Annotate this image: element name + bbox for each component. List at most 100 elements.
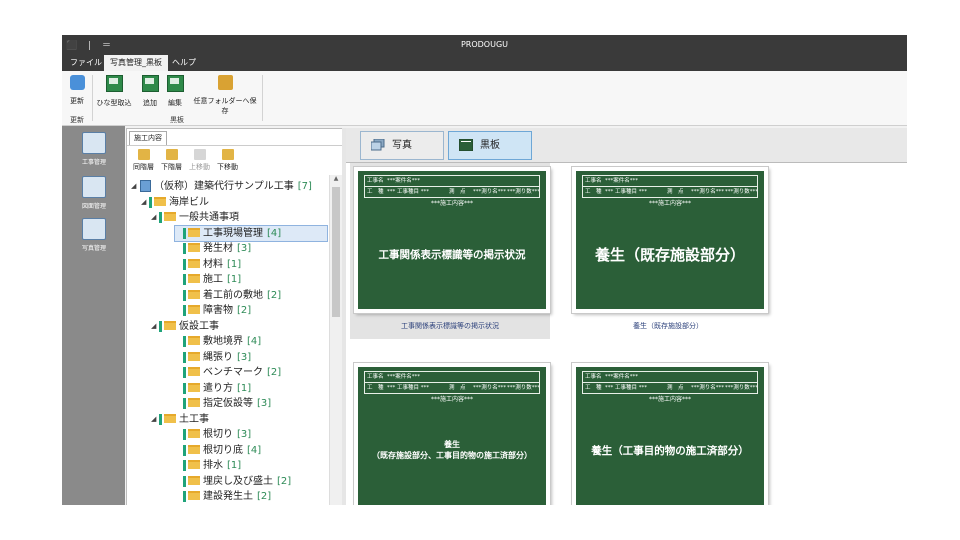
tree-node-label: 縄張り [203,351,233,363]
blackboard-grid: 工事名 ***案件名*** 工 種 *** 工事種目 *** 測 点 ***測り名*** *… [346,163,907,505]
tree-node-label: 材料 [203,258,223,270]
tree-node-label: ベンチマーク [203,367,263,378]
tree-node[interactable]: 指定仮設等 [3] [175,396,271,411]
tree-node[interactable]: ◢ 海岸ビル [141,195,209,210]
tree-node[interactable]: 敷地境界 [4] [175,334,261,349]
scrollbar-thumb[interactable] [332,187,340,317]
photo-icon [82,218,106,240]
ribbon: 更新 更新 ひな型取込 追加 編集 任意フォルダーへ保存 黒板 [62,71,907,126]
tree-node-count: [3] [257,398,272,409]
folder-icon [188,227,200,237]
tree-node[interactable]: 縄張り [3] [175,350,251,365]
tree-node[interactable]: 遣り方 [1] [175,381,251,396]
tree-node-count: [1] [227,258,242,270]
blackboard-card[interactable]: 工事名 ***案件名*** 工 種 *** 工事種目 *** 測 点 ***測り名*** *… [350,359,551,505]
board-field: 測 点 [449,189,466,195]
tree-node[interactable]: ベンチマーク [2] [175,365,281,380]
expand-toggle-icon[interactable]: ◢ [151,319,159,334]
nav-photo[interactable]: 写真管理 [70,218,118,252]
refresh-button[interactable]: 更新 [66,75,88,106]
folder-marker [183,336,186,347]
folder-icon [164,413,176,423]
board-header-row: 工 種 *** 工事種目 *** 測 点 ***測り名*** ***測り数*** [364,382,540,394]
tab-photo[interactable]: 写真 [360,131,444,160]
expand-toggle-icon[interactable]: ◢ [131,179,139,194]
board-field: ***測り名*** [691,385,725,391]
tree-node[interactable]: 排水 [1] [175,458,241,473]
tree-node-label: 排水 [203,460,223,471]
tree-node-label: （仮称）建築代行サンプル工事 [154,181,294,192]
menu-file[interactable]: ファイル [64,55,108,71]
board-content-label: ***施工内容*** [648,200,691,207]
tree-toolbar: 同階層 下階層 上移動 下移動 [127,145,342,176]
edit-button[interactable]: 編集 [164,75,186,108]
tree-node[interactable]: ◢ （仮称）建築代行サンプル工事 [7] [131,179,312,194]
folder-save-button[interactable]: 任意フォルダーへ保存 [191,75,259,116]
board-field: 工事名 [585,374,602,380]
blackboard-card[interactable]: 工事名 ***案件名*** 工 種 *** 工事種目 *** 測 点 ***測り名*** *… [568,359,769,505]
tree-node-count: [3] [237,243,252,254]
tree-node[interactable]: 根切り [3] [175,427,251,442]
tree-scrollbar[interactable]: ▲ [329,175,342,505]
expand-toggle-icon[interactable]: ◢ [151,210,159,225]
menu-photo-blackboard[interactable]: 写真管理_黒板 [104,55,168,71]
nav-drawing[interactable]: 図面管理 [70,176,118,210]
tree-node-count: [2] [267,367,282,378]
tree-node-label: 仮設工事 [179,320,219,332]
tree-node[interactable]: 発生材 [3] [175,241,251,256]
template-import-button[interactable]: ひな型取込 [94,75,134,108]
tree-node-label: 施工 [203,274,223,285]
board-field: ***測り数*** [725,385,758,391]
scroll-up-arrow-icon[interactable]: ▲ [330,175,342,185]
nav-project[interactable]: 工事管理 [70,132,118,166]
tree-node-label: 建設発生土 [203,491,253,502]
board-field: 工事名 [585,178,602,184]
move-down-button[interactable]: 下移動 [217,149,238,172]
tree-node[interactable]: 障害物 [2] [175,303,251,318]
tree-node-label: 根切り底 [203,444,243,456]
tree-node[interactable]: 施工 [1] [175,272,241,287]
expand-toggle-icon[interactable]: ◢ [141,195,149,210]
child-level-icon [165,149,178,160]
board-field: *** 工事種目 *** [387,385,429,391]
blackboard-preview: 工事名 ***案件名*** 工 種 *** 工事種目 *** 測 点 ***測り名*** *… [571,166,769,314]
tree-node[interactable]: 埋戻し及び盛土 [2] [175,474,291,489]
title-bar: ⬛ | ＝ PRODOUGU [62,35,907,55]
move-up-button[interactable]: 上移動 [189,149,210,172]
menu-help[interactable]: ヘルプ [166,55,202,71]
tree-node[interactable]: ◢ 土工事 [151,412,209,427]
tree-node[interactable]: ◢ 一般共通事項 [151,210,239,225]
tree-node[interactable]: 材料 [1] [175,257,241,272]
tree-node-count: [1] [237,382,252,394]
folder-marker [183,243,186,254]
tree-node-label: 海岸ビル [169,196,209,208]
blackboard-card[interactable]: 工事名 ***案件名*** 工 種 *** 工事種目 *** 測 点 ***測り名*** *… [350,163,551,339]
expand-toggle-icon[interactable]: ◢ [151,412,159,427]
tree-node-count: [2] [237,305,252,316]
add-button[interactable]: 追加 [139,75,161,108]
blackboard-preview: 工事名 ***案件名*** 工 種 *** 工事種目 *** 測 点 ***測り名*** *… [571,362,769,505]
tab-blackboard[interactable]: 黒板 [448,131,532,160]
tree-node[interactable]: 着工前の敷地 [2] [175,288,281,303]
child-level-button[interactable]: 下階層 [161,149,182,172]
board-field: ***案件名*** [605,178,639,184]
tree-node-count: [4] [247,336,262,347]
board-content-label: ***施工内容*** [648,396,691,403]
tab-construction-content[interactable]: 施工内容 [129,131,167,145]
blackboard-preview: 工事名 ***案件名*** 工 種 *** 工事種目 *** 測 点 ***測り名*** *… [353,362,551,505]
blackboard-icon [459,139,473,151]
same-level-button[interactable]: 同階層 [133,149,154,172]
board-field: 工 種 [585,385,602,391]
tree-node[interactable]: 根切り底 [4] [175,443,261,458]
tree-node[interactable]: ◢ 仮設工事 [151,319,219,334]
tree-node[interactable]: 建設発生土 [2] [175,489,271,504]
folder-icon [164,212,176,221]
folder-icon [188,460,200,469]
tree-node[interactable]: 工事現場管理 [4] [174,224,328,242]
board-field: *** 工事種目 *** [387,189,429,195]
blackboard-card[interactable]: 工事名 ***案件名*** 工 種 *** 工事種目 *** 測 点 ***測り名*** *… [568,163,769,330]
tree-node-label: 着工前の敷地 [203,289,263,301]
folder-marker [159,320,162,332]
board-field: ***測り数*** [725,189,758,195]
board-field: 測 点 [449,385,466,391]
